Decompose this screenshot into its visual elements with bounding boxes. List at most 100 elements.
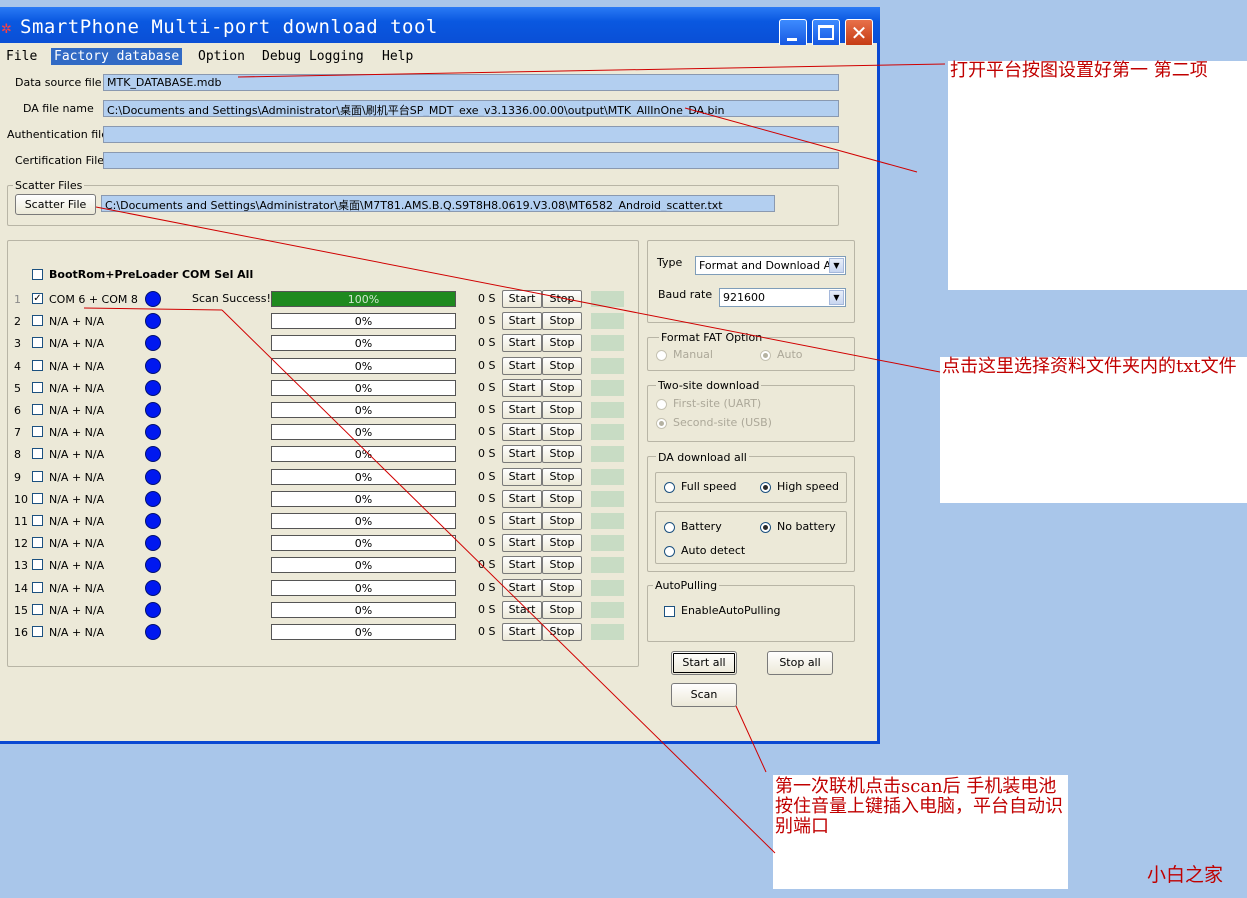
progress-text: 0% — [354, 448, 373, 461]
format-auto-radio[interactable] — [760, 350, 771, 361]
elapsed-time: 0 S — [478, 558, 496, 571]
stop-button[interactable]: Stop — [542, 357, 582, 375]
auto-pulling-label: EnableAutoPulling — [681, 604, 781, 617]
port-checkbox[interactable] — [32, 448, 43, 459]
menu-file[interactable]: File — [3, 48, 40, 65]
stop-button[interactable]: Stop — [542, 379, 582, 397]
start-button[interactable]: Start — [502, 379, 542, 397]
progress-text: 100% — [347, 293, 380, 306]
progress-text: 0% — [354, 559, 373, 572]
elapsed-time: 0 S — [478, 336, 496, 349]
port-checkbox[interactable] — [32, 582, 43, 593]
auto-pulling-title: AutoPulling — [653, 579, 720, 592]
stop-button[interactable]: Stop — [542, 423, 582, 441]
authentication-field[interactable] — [103, 126, 839, 143]
port-checkbox[interactable] — [32, 404, 43, 415]
stop-button[interactable]: Stop — [542, 401, 582, 419]
port-checkbox[interactable] — [32, 360, 43, 371]
port-checkbox[interactable] — [32, 426, 43, 437]
first-site-radio[interactable] — [656, 399, 667, 410]
stop-button[interactable]: Stop — [542, 312, 582, 330]
stop-button[interactable]: Stop — [542, 512, 582, 530]
start-button[interactable]: Start — [502, 579, 542, 597]
minimize-button[interactable] — [779, 19, 807, 47]
start-button[interactable]: Start — [502, 601, 542, 619]
format-manual-radio[interactable] — [656, 350, 667, 361]
scatter-file-button[interactable]: Scatter File — [15, 194, 96, 215]
auto-detect-radio[interactable] — [664, 546, 675, 557]
high-speed-radio[interactable] — [760, 482, 771, 493]
port-checkbox[interactable] — [32, 315, 43, 326]
start-button[interactable]: Start — [502, 490, 542, 508]
stop-button[interactable]: Stop — [542, 556, 582, 574]
start-all-button[interactable]: Start all — [671, 651, 737, 675]
stop-button[interactable]: Stop — [542, 490, 582, 508]
port-checkbox[interactable] — [32, 471, 43, 482]
start-button[interactable]: Start — [502, 623, 542, 641]
da-download-title: DA download all — [656, 451, 749, 464]
title-bar[interactable]: ✲ SmartPhone Multi-port download tool ✕ — [0, 7, 880, 47]
full-speed-radio[interactable] — [664, 482, 675, 493]
elapsed-time: 0 S — [478, 536, 496, 549]
port-label: N/A + N/A — [49, 315, 105, 328]
menu-factory-database[interactable]: Factory database — [51, 48, 183, 65]
stop-button[interactable]: Stop — [542, 579, 582, 597]
start-button[interactable]: Start — [502, 312, 542, 330]
type-select[interactable]: Format and Download All ▼ — [695, 256, 846, 275]
menu-option[interactable]: Option — [195, 48, 248, 65]
stop-button[interactable]: Stop — [542, 623, 582, 641]
progress-text: 0% — [354, 604, 373, 617]
progress-text: 0% — [354, 315, 373, 328]
close-button[interactable]: ✕ — [845, 19, 873, 47]
menu-debug-logging[interactable]: Debug Logging — [259, 48, 367, 65]
scan-button[interactable]: Scan — [671, 683, 737, 707]
scatter-file-field[interactable]: C:\Documents and Settings\Administrator\… — [101, 195, 775, 212]
stop-all-button[interactable]: Stop all — [767, 651, 833, 675]
stop-button[interactable]: Stop — [542, 290, 582, 308]
port-checkbox[interactable] — [32, 626, 43, 637]
stop-button[interactable]: Stop — [542, 534, 582, 552]
port-checkbox[interactable] — [32, 604, 43, 615]
port-checkbox[interactable] — [32, 515, 43, 526]
result-indicator — [591, 424, 624, 440]
start-button[interactable]: Start — [502, 357, 542, 375]
certification-field[interactable] — [103, 152, 839, 169]
stop-button[interactable]: Stop — [542, 445, 582, 463]
second-site-radio[interactable] — [656, 418, 667, 429]
progress-bar: 0% — [271, 602, 456, 618]
da-file-field[interactable]: C:\Documents and Settings\Administrator\… — [103, 100, 839, 117]
port-checkbox[interactable] — [32, 559, 43, 570]
authentication-label: Authentication file — [7, 128, 108, 141]
baud-rate-select[interactable]: 921600 ▼ — [719, 288, 846, 307]
start-button[interactable]: Start — [502, 423, 542, 441]
port-checkbox[interactable] — [32, 337, 43, 348]
start-button[interactable]: Start — [502, 534, 542, 552]
progress-bar: 0% — [271, 446, 456, 462]
port-status-icon — [145, 335, 161, 351]
start-button[interactable]: Start — [502, 445, 542, 463]
start-button[interactable]: Start — [502, 401, 542, 419]
port-label: N/A + N/A — [49, 426, 105, 439]
start-button[interactable]: Start — [502, 334, 542, 352]
maximize-button[interactable] — [812, 19, 840, 47]
port-checkbox[interactable] — [32, 382, 43, 393]
select-all-checkbox[interactable] — [32, 269, 43, 280]
progress-bar: 0% — [271, 424, 456, 440]
stop-button[interactable]: Stop — [542, 468, 582, 486]
start-button[interactable]: Start — [502, 468, 542, 486]
port-checkbox[interactable]: ✓ — [32, 293, 43, 304]
data-source-field[interactable]: MTK_DATABASE.mdb — [103, 74, 839, 91]
start-button[interactable]: Start — [502, 512, 542, 530]
port-checkbox[interactable] — [32, 537, 43, 548]
progress-bar: 100% — [271, 291, 456, 307]
stop-button[interactable]: Stop — [542, 601, 582, 619]
progress-text: 0% — [354, 337, 373, 350]
battery-radio[interactable] — [664, 522, 675, 533]
start-button[interactable]: Start — [502, 290, 542, 308]
auto-pulling-checkbox[interactable] — [664, 606, 675, 617]
menu-help[interactable]: Help — [379, 48, 416, 65]
start-button[interactable]: Start — [502, 556, 542, 574]
stop-button[interactable]: Stop — [542, 334, 582, 352]
port-checkbox[interactable] — [32, 493, 43, 504]
no-battery-radio[interactable] — [760, 522, 771, 533]
